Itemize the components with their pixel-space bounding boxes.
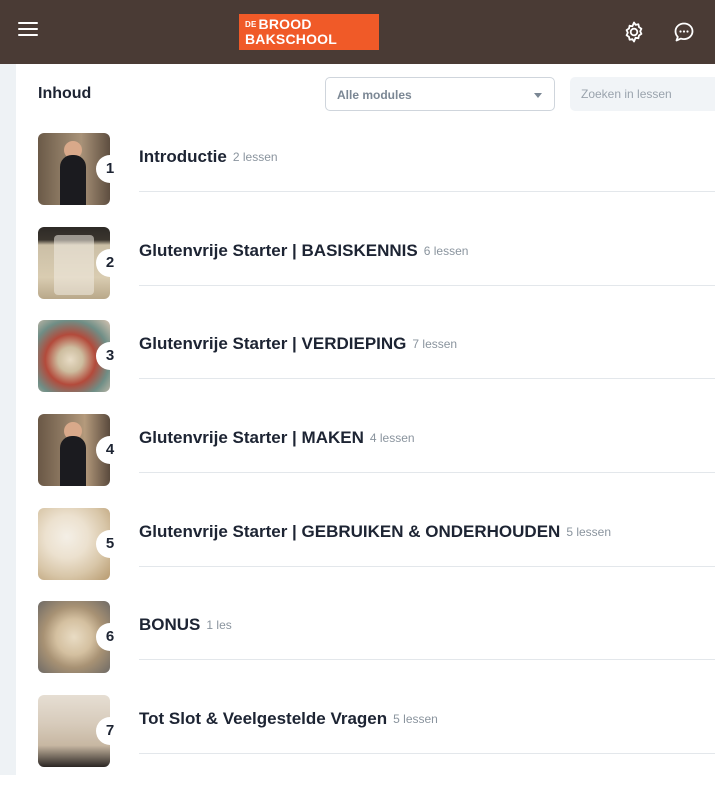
- lesson-count: 4 lessen: [369, 431, 415, 445]
- module-item-7[interactable]: 7 Tot Slot & Veelgestelde Vragen 5 lessen: [38, 695, 715, 767]
- module-item-3[interactable]: 3 Glutenvrije Starter | VERDIEPING 7 less…: [38, 320, 715, 392]
- chevron-down-icon: [534, 93, 542, 98]
- lesson-count: 7 lessen: [412, 337, 458, 351]
- module-number-badge: 7: [96, 717, 124, 745]
- left-sidebar-strip: [0, 64, 16, 775]
- lesson-count: 5 lessen: [566, 525, 612, 539]
- module-number-badge: 1: [96, 155, 124, 183]
- module-title[interactable]: Glutenvrije Starter | BASISKENNIS 6 lesse…: [139, 241, 468, 261]
- gear-icon[interactable]: [622, 20, 646, 44]
- module-title[interactable]: Glutenvrije Starter | MAKEN 4 lessen: [139, 428, 415, 448]
- divider: [139, 659, 715, 660]
- module-title[interactable]: Glutenvrije Starter | VERDIEPING 7 lessen: [139, 334, 457, 354]
- module-item-4[interactable]: 4 Glutenvrije Starter | MAKEN 4 lessen: [38, 414, 715, 486]
- module-number-badge: 5: [96, 530, 124, 558]
- module-number-badge: 2: [96, 249, 124, 277]
- divider: [139, 191, 715, 192]
- divider: [139, 285, 715, 286]
- module-number-badge: 3: [96, 342, 124, 370]
- search-input[interactable]: [570, 77, 715, 111]
- module-filter-value: Alle modules: [337, 88, 412, 102]
- page-title: Inhoud: [38, 85, 92, 102]
- module-item-5[interactable]: 5 Glutenvrije Starter | GEBRUIKEN & ONDE…: [38, 508, 715, 580]
- module-item-2[interactable]: 2 Glutenvrije Starter | BASISKENNIS 6 les…: [38, 227, 715, 299]
- module-title[interactable]: Introductie 2 lessen: [139, 147, 278, 167]
- divider: [139, 753, 715, 754]
- module-title[interactable]: Glutenvrije Starter | GEBRUIKEN & ONDERH…: [139, 522, 611, 542]
- lesson-count: 2 lessen: [232, 150, 278, 164]
- module-filter-select[interactable]: Alle modules: [325, 77, 555, 111]
- divider: [139, 472, 715, 473]
- divider: [139, 378, 715, 379]
- lesson-count: 1 les: [206, 618, 232, 632]
- lesson-count: 5 lessen: [393, 712, 438, 726]
- chat-bubble-icon[interactable]: [672, 20, 696, 44]
- top-bar: DE BROOD BAKSCHOOL: [0, 0, 715, 64]
- lesson-count: 6 lessen: [423, 244, 469, 258]
- brand-logo[interactable]: DE BROOD BAKSCHOOL: [239, 14, 379, 50]
- module-item-6[interactable]: 6 BONUS 1 les: [38, 601, 715, 673]
- module-title[interactable]: BONUS 1 les: [139, 615, 232, 635]
- page-bottom: [0, 775, 715, 785]
- module-number-badge: 6: [96, 623, 124, 651]
- module-title[interactable]: Tot Slot & Veelgestelde Vragen 5 lessen: [139, 709, 438, 729]
- divider: [139, 566, 715, 567]
- module-item-1[interactable]: 1 Introductie 2 lessen: [38, 133, 715, 205]
- hamburger-menu-icon[interactable]: [18, 22, 38, 42]
- module-number-badge: 4: [96, 436, 124, 464]
